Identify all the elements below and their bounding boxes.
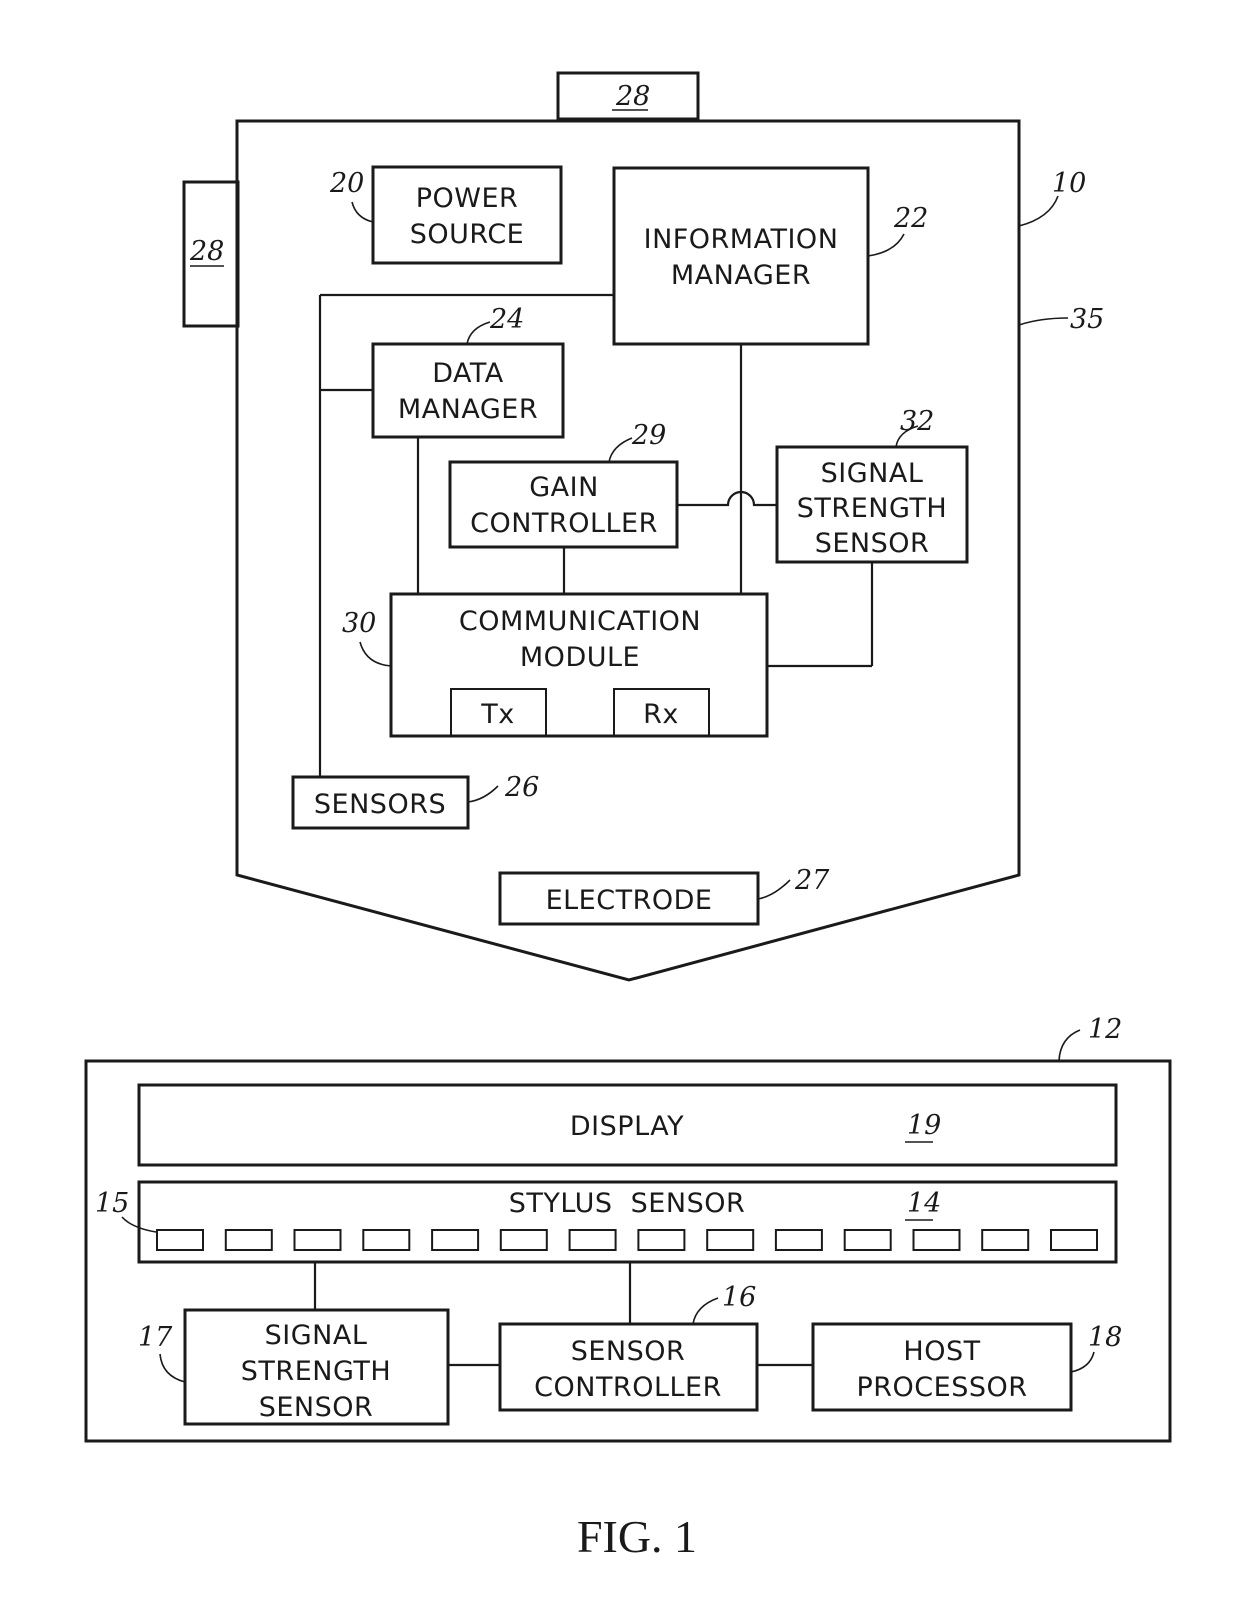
display-label: DISPLAY bbox=[570, 1111, 684, 1142]
ref-35: 35 bbox=[1070, 304, 1104, 335]
communication-module-30: COMMUNICATION MODULE Tx Rx 30 bbox=[342, 592, 769, 738]
power-source-20: POWER SOURCE 20 bbox=[329, 165, 563, 265]
ref-29: 29 bbox=[631, 420, 666, 451]
signal-strength-line1: SIGNAL bbox=[821, 458, 924, 489]
ref-10-leader bbox=[1018, 195, 1059, 227]
gain-controller-29: GAIN CONTROLLER 29 bbox=[448, 420, 679, 549]
device-signal-line1: SIGNAL bbox=[265, 1320, 368, 1351]
host-processor-line1: HOST bbox=[903, 1336, 980, 1367]
data-manager-line1: DATA bbox=[432, 358, 504, 389]
sensor-controller-line1: SENSOR bbox=[571, 1336, 686, 1367]
ref-17: 17 bbox=[138, 1322, 173, 1353]
sensor-controller-line2: CONTROLLER bbox=[534, 1372, 722, 1403]
power-source-line1: POWER bbox=[416, 183, 519, 214]
device-12: 12 DISPLAY 19 STYLUS SENSOR 14 15 SIGNAL… bbox=[84, 1014, 1172, 1443]
communication-line2: MODULE bbox=[520, 642, 640, 673]
ref-22: 22 bbox=[893, 203, 928, 234]
ref-17-leader bbox=[159, 1353, 186, 1383]
ref-15: 15 bbox=[95, 1188, 129, 1219]
stylus-sensor-label: STYLUS SENSOR bbox=[509, 1188, 745, 1219]
device-signal-line2: STRENGTH bbox=[241, 1356, 391, 1387]
communication-line1: COMMUNICATION bbox=[459, 606, 701, 637]
signal-strength-line3: SENSOR bbox=[815, 528, 930, 559]
ref-14: 14 bbox=[907, 1188, 941, 1219]
ref-30: 30 bbox=[342, 608, 376, 639]
ref-16: 16 bbox=[722, 1282, 756, 1313]
ref-19: 19 bbox=[907, 1110, 941, 1141]
information-manager-22: INFORMATION MANAGER 22 bbox=[612, 166, 928, 346]
ref-18-leader bbox=[1070, 1351, 1095, 1373]
ref-16-leader bbox=[692, 1297, 719, 1325]
ref-10: 10 bbox=[1052, 168, 1086, 199]
ref-26: 26 bbox=[504, 772, 539, 803]
ref-26-leader bbox=[467, 785, 499, 803]
ref-28-top: 28 bbox=[615, 81, 650, 112]
stylus-10: 28 28 10 35 POWER SOURCE 20 INFORMATION … bbox=[182, 71, 1104, 982]
information-manager-line2: MANAGER bbox=[671, 260, 811, 291]
sensors-label: SENSORS bbox=[314, 789, 446, 820]
information-manager-line1: INFORMATION bbox=[644, 224, 839, 255]
host-processor-18: HOST PROCESSOR 18 bbox=[811, 1322, 1122, 1412]
ref-35-leader bbox=[1018, 317, 1069, 326]
device-signal-line3: SENSOR bbox=[259, 1392, 374, 1423]
signal-strength-sensor-32: SIGNAL STRENGTH SENSOR 32 bbox=[775, 406, 969, 564]
ref-18: 18 bbox=[1088, 1322, 1122, 1353]
gain-controller-line2: CONTROLLER bbox=[470, 508, 658, 539]
ref-12-leader bbox=[1058, 1029, 1081, 1062]
ref-20-leader bbox=[351, 201, 374, 223]
ref-20: 20 bbox=[329, 168, 364, 199]
electrode-label: ELECTRODE bbox=[546, 885, 713, 916]
electrode-27: ELECTRODE 27 bbox=[498, 865, 830, 926]
rx-label: Rx bbox=[643, 699, 679, 730]
ref-27: 27 bbox=[794, 865, 830, 896]
ref-24-leader bbox=[466, 321, 491, 345]
data-manager-line2: MANAGER bbox=[398, 394, 538, 425]
signal-strength-line2: STRENGTH bbox=[797, 493, 947, 524]
ref-28-side: 28 bbox=[189, 236, 224, 267]
ref-27-leader bbox=[757, 879, 791, 900]
tx-label: Tx bbox=[480, 699, 514, 730]
sensors-26: SENSORS 26 bbox=[291, 772, 539, 830]
ref-29-leader bbox=[608, 437, 633, 463]
ref-22-leader bbox=[867, 233, 905, 257]
sensor-controller-16: SENSOR CONTROLLER 16 bbox=[498, 1282, 759, 1412]
gain-controller-line1: GAIN bbox=[529, 472, 599, 503]
power-source-line2: SOURCE bbox=[410, 219, 524, 250]
ref-30-leader bbox=[359, 641, 392, 667]
patent-figure: 28 28 10 35 POWER SOURCE 20 INFORMATION … bbox=[84, 71, 1172, 1562]
stylus-sensor-14: STYLUS SENSOR 14 15 bbox=[95, 1180, 1118, 1264]
figure-caption: FIG. 1 bbox=[577, 1511, 697, 1562]
data-manager-24: DATA MANAGER 24 bbox=[371, 304, 565, 439]
signal-strength-sensor-17: SIGNAL STRENGTH SENSOR 17 bbox=[138, 1308, 450, 1426]
ref-12: 12 bbox=[1088, 1014, 1122, 1045]
host-processor-line2: PROCESSOR bbox=[857, 1372, 1028, 1403]
display-19: DISPLAY 19 bbox=[137, 1083, 1118, 1167]
ref-24: 24 bbox=[489, 304, 524, 335]
